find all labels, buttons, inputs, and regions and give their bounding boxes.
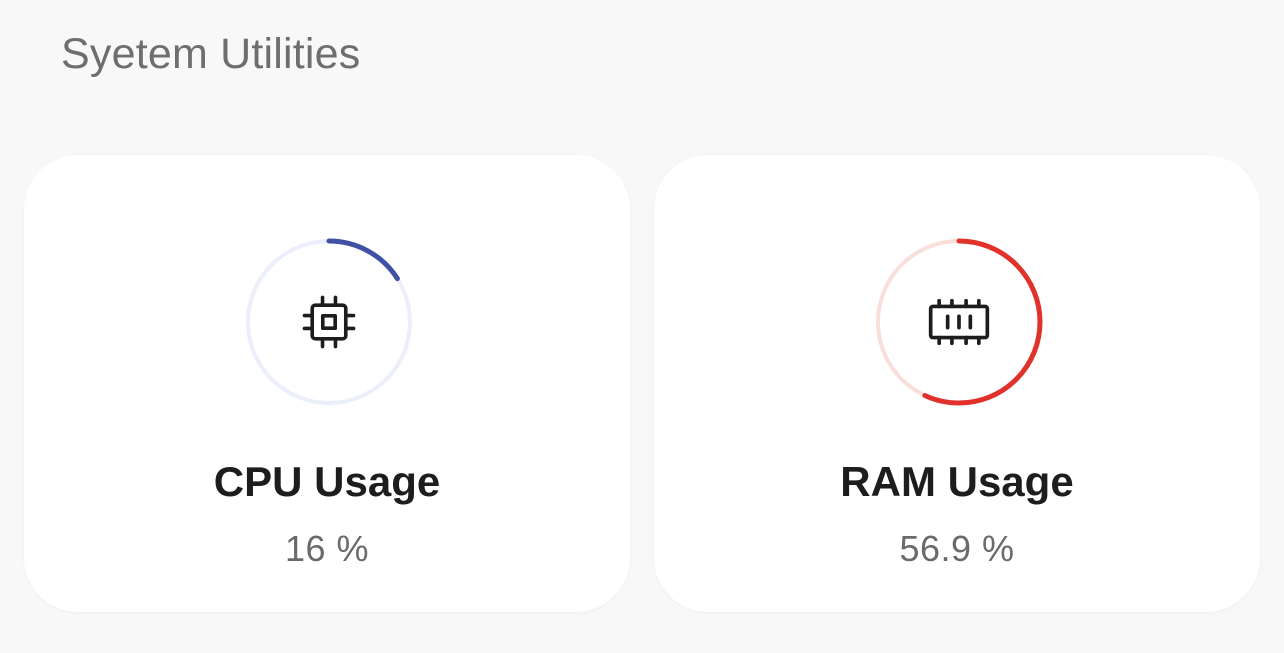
ram-usage-value: 56.9 % [899, 528, 1015, 569]
cpu-usage-ring [244, 237, 414, 407]
system-utilities-screen: Syetem Utilities CPU Usage 16 % RAM Usag… [0, 0, 1284, 653]
ram-usage-label: RAM Usage [840, 458, 1074, 505]
ram-usage-ring [874, 237, 1044, 407]
cpu-usage-label: CPU Usage [213, 458, 441, 505]
ram-usage-card[interactable]: RAM Usage 56.9 % [654, 155, 1260, 612]
cpu-chip-icon [302, 295, 356, 349]
cpu-usage-value: 16 % [284, 528, 370, 569]
page-title: Syetem Utilities [61, 30, 361, 78]
cpu-usage-card[interactable]: CPU Usage 16 % [24, 155, 630, 612]
memory-module-icon [928, 298, 990, 346]
